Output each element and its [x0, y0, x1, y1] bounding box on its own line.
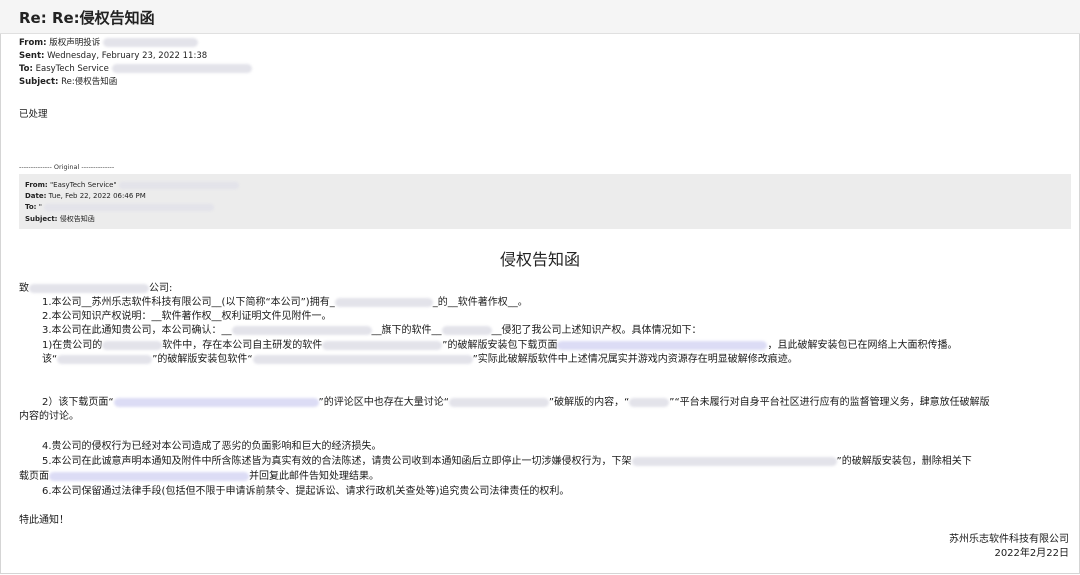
clause-detail-2: 2）该下载页面“ ”的评论区中也存在大量讨论“ ”破解版的内容，“ ”“平台未履行对自…: [42, 397, 990, 409]
orig-to-value: ": [38, 203, 42, 211]
detail-1-g: ”实际此破解版软件中上述情况属实并游戏内资源存在明显破解修改痕迹。: [472, 354, 798, 365]
from-row: From: 版权声明投诉: [19, 38, 198, 49]
clause-3-b: __旗下的软件__: [371, 325, 442, 336]
clause-1: 1.本公司__苏州乐志软件科技有限公司__(以下简称“本公司”)拥有_ _的__软…: [42, 297, 528, 309]
closing-line: 特此通知！: [19, 515, 69, 526]
greeting-pre: 致: [19, 283, 29, 294]
original-divider: -------------- Original --------------: [19, 163, 115, 171]
redacted-download-url: [557, 340, 768, 350]
detail-2-c: ”破解版的内容，“: [548, 397, 630, 408]
redacted-page-url-2: [49, 471, 249, 481]
orig-from-row: From: "EasyTech Service": [25, 181, 239, 189]
to-label: To:: [19, 64, 33, 74]
detail-2-a: 2）该下载页面“: [42, 397, 114, 408]
orig-from-label: From:: [25, 181, 48, 189]
clause-3-a: 3.本公司在此通知贵公司，本公司确认：__: [42, 325, 232, 336]
greeting-line: 致 公司:: [19, 283, 172, 295]
clause-5-c: 载页面: [19, 471, 49, 482]
detail-2-b: ”的评论区中也存在大量讨论“: [318, 397, 449, 408]
orig-date-label: Date:: [25, 192, 47, 200]
detail-1-c: ”的破解版安装包下载页面: [442, 340, 558, 351]
letter-title: 侵权告知函: [499, 250, 580, 269]
redacted-from-address: [102, 38, 198, 47]
reply-body: 已处理: [19, 109, 48, 120]
clause-4: 4.贵公司的侵权行为已经对本公司造成了恶劣的负面影响和巨大的经济损失。: [42, 441, 382, 452]
orig-subject-row: Subject: 侵权告知函: [25, 214, 95, 224]
original-header-box: From: "EasyTech Service" Date: Tue, Feb …: [19, 174, 1071, 229]
detail-1-b: 软件中，存在本公司自主研发的软件: [162, 340, 323, 351]
clause-1-a: 1.本公司__苏州乐志软件科技有限公司__(以下简称“本公司”)拥有_: [42, 297, 335, 308]
clause-5-a: 5.本公司在此诚意声明本通知及附件中所含陈述皆为真实有效的合法陈述，请贵公司收到…: [42, 456, 632, 467]
redacted-software-3: [322, 340, 443, 350]
detail-1-f: ”的破解版安装包软件“: [152, 354, 253, 365]
sent-label: Sent:: [19, 51, 45, 61]
clause-1-b: _的__软件著作权__。: [432, 297, 528, 308]
redacted-software-6: [448, 397, 549, 407]
subject-label: Subject:: [19, 77, 59, 87]
redacted-to-address: [111, 64, 252, 73]
from-label: From:: [19, 38, 47, 48]
orig-subject-value: 侵权告知函: [59, 215, 95, 223]
clause-2: 2.本公司知识产权说明：__软件著作权__权利证明文件见附件一。: [42, 311, 332, 322]
clause-5-b: ”的破解版安装包，删除相关下: [836, 456, 972, 467]
redacted-software-1: [334, 297, 433, 307]
clause-detail-1-cont: 该“ ”的破解版安装包软件“ ”实际此破解版软件中上述情况属实并游戏内资源存在明显破…: [42, 354, 798, 366]
to-value: EasyTech Service: [35, 64, 109, 74]
greeting-post: 公司:: [149, 283, 173, 294]
redacted-orig-from: [118, 181, 239, 189]
orig-from-value: "EasyTech Service": [49, 181, 117, 189]
orig-subject-label: Subject:: [25, 215, 58, 223]
email-title-bar: Re: Re:侵权告知函: [0, 0, 1080, 34]
subject-row: Subject: Re:侵权告知函: [19, 77, 117, 88]
clause-5-d: 并回复此邮件告知处理结果。: [249, 471, 379, 482]
orig-to-label: To:: [25, 203, 37, 211]
clause-3: 3.本公司在此通知贵公司，本公司确认：__ __旗下的软件__ __侵犯了我公司上述…: [42, 325, 702, 337]
clause-detail-2-cont: 内容的讨论。: [19, 411, 79, 422]
sent-value: Wednesday, February 23, 2022 11:38: [47, 51, 208, 61]
signature-date: 2022年2月22日: [994, 548, 1069, 559]
orig-date-value: Tue, Feb 22, 2022 06:46 PM: [48, 192, 146, 200]
redacted-company: [231, 325, 372, 335]
from-value: 版权声明投诉: [49, 38, 101, 48]
redacted-platform-2: [629, 397, 670, 407]
email-subject-title: Re: Re:侵权告知函: [19, 9, 155, 27]
clause-5: 5.本公司在此诚意声明本通知及附件中所含陈述皆为真实有效的合法陈述，请贵公司收到…: [42, 456, 972, 468]
orig-to-row: To: ": [25, 203, 215, 211]
redacted-software-4: [57, 354, 153, 364]
clause-5-cont: 载页面 并回复此邮件告知处理结果。: [19, 471, 379, 483]
clause-detail-1: 1)在贵公司的 软件中，存在本公司自主研发的软件 ”的破解版安装包下载页面 ，且此破解…: [42, 340, 957, 352]
clause-3-c: __侵犯了我公司上述知识产权。具体情况如下：: [491, 325, 702, 336]
clause-6: 6.本公司保留通过法律手段(包括但不限于申请诉前禁令、提起诉讼、请求行政机关查处…: [42, 486, 570, 497]
sent-row: Sent: Wednesday, February 23, 2022 11:38: [19, 51, 207, 62]
redacted-recipient: [29, 283, 149, 293]
detail-2-d: ”“平台未履行对自身平台社区进行应有的监督管理义务，肆意放任破解版: [669, 397, 990, 408]
redacted-orig-to: [44, 203, 215, 211]
subject-value: Re:侵权告知函: [61, 77, 118, 87]
redacted-platform: [102, 340, 163, 350]
signature-company: 苏州乐志软件科技有限公司: [949, 534, 1069, 545]
orig-date-row: Date: Tue, Feb 22, 2022 06:46 PM: [25, 192, 146, 200]
to-row: To: EasyTech Service: [19, 64, 252, 75]
redacted-page-url: [113, 397, 319, 407]
detail-1-d: ，且此破解安装包已在网络上大面积传播。: [767, 340, 958, 351]
redacted-software-5: [252, 354, 473, 364]
redacted-software-2: [441, 325, 492, 335]
redacted-software-7: [631, 456, 837, 466]
detail-1-e: 该“: [42, 354, 58, 365]
detail-1-a: 1)在贵公司的: [42, 340, 103, 351]
